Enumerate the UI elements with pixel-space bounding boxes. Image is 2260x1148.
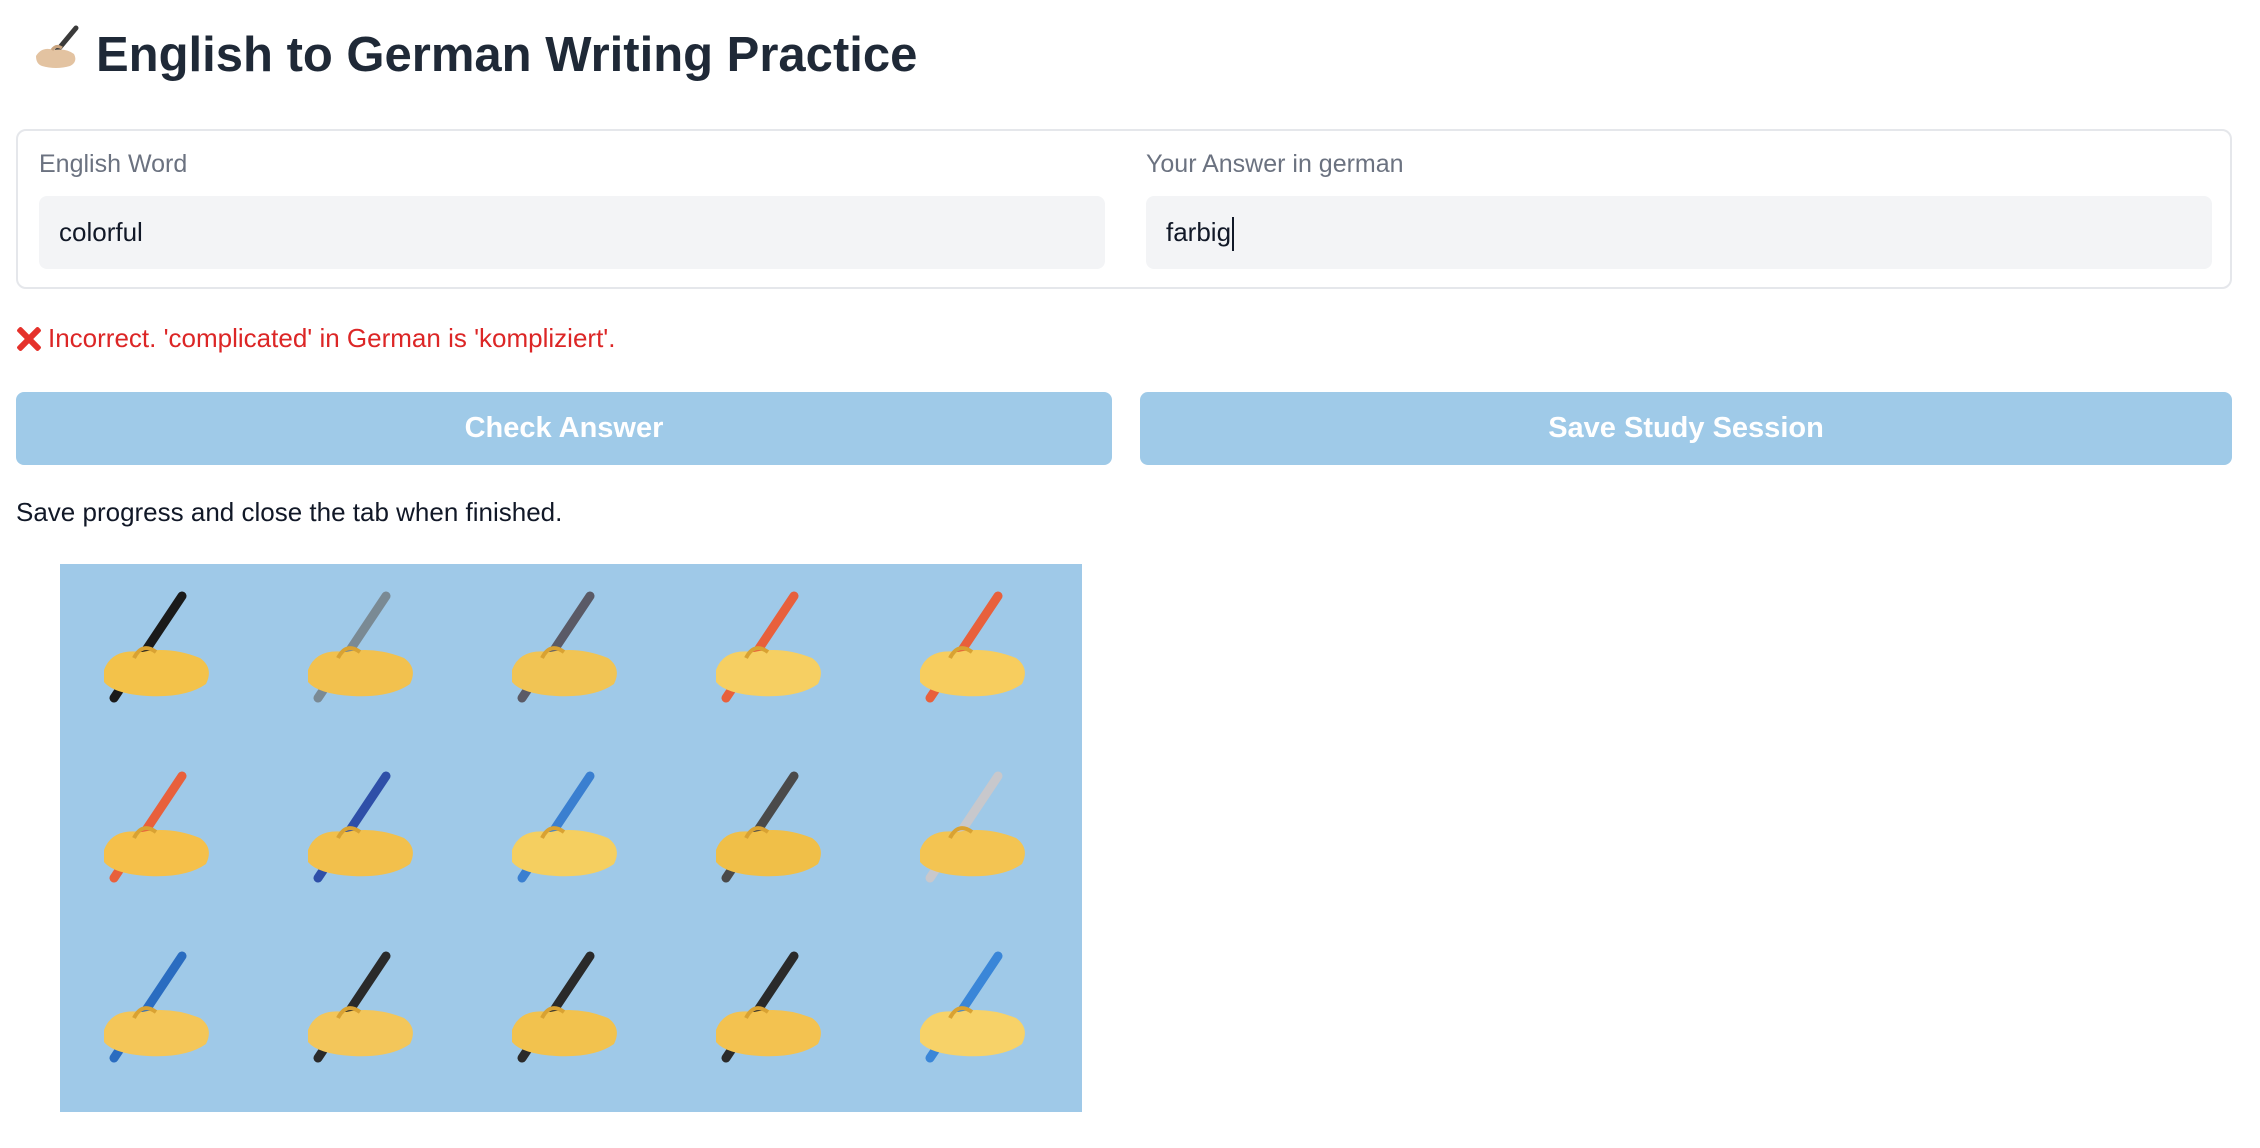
writing-hands-image xyxy=(60,564,1082,1112)
writing-hand-icon xyxy=(294,766,424,896)
writing-hand-icon xyxy=(32,20,86,90)
writing-hand-icon xyxy=(294,946,424,1076)
page-title: English to German Writing Practice xyxy=(96,28,918,82)
writing-hand-icon xyxy=(90,946,220,1076)
writing-hand-icon xyxy=(906,766,1036,896)
writing-hand-icon xyxy=(498,946,628,1076)
app-page: English to German Writing Practice Engli… xyxy=(0,0,2260,1148)
writing-hand-icon xyxy=(90,766,220,896)
german-answer-field: Your Answer in german farbig xyxy=(1146,147,2212,269)
instruction-text: Save progress and close the tab when fin… xyxy=(16,497,563,527)
writing-hand-icon xyxy=(702,766,832,896)
feedback-text: Incorrect. 'complicated' in German is 'k… xyxy=(48,323,616,353)
german-answer-input[interactable]: farbig xyxy=(1146,196,2212,269)
writing-hand-icon xyxy=(906,586,1036,716)
writing-hand-icon xyxy=(702,946,832,1076)
english-word-input[interactable]: colorful xyxy=(39,196,1105,269)
writing-hand-icon xyxy=(498,766,628,896)
english-word-label: English Word xyxy=(39,150,188,178)
writing-hand-icon xyxy=(906,946,1036,1076)
german-answer-value: farbig xyxy=(1166,217,1232,247)
writing-hand-icon xyxy=(294,586,424,716)
german-answer-label: Your Answer in german xyxy=(1146,150,1404,178)
writing-hand-icon xyxy=(498,586,628,716)
save-study-session-button[interactable]: Save Study Session xyxy=(1140,392,2232,465)
text-cursor xyxy=(1232,217,1235,252)
writing-hand-icon xyxy=(702,586,832,716)
english-word-field: English Word colorful xyxy=(39,147,1105,269)
page-header: English to German Writing Practice xyxy=(32,20,917,90)
writing-hand-icon xyxy=(90,586,220,716)
check-answer-button[interactable]: Check Answer xyxy=(16,392,1112,465)
inputs-card: English Word colorful Your Answer in ger… xyxy=(16,129,2232,289)
cross-mark-icon xyxy=(16,326,42,352)
feedback-message: Incorrect. 'complicated' in German is 'k… xyxy=(16,323,615,354)
